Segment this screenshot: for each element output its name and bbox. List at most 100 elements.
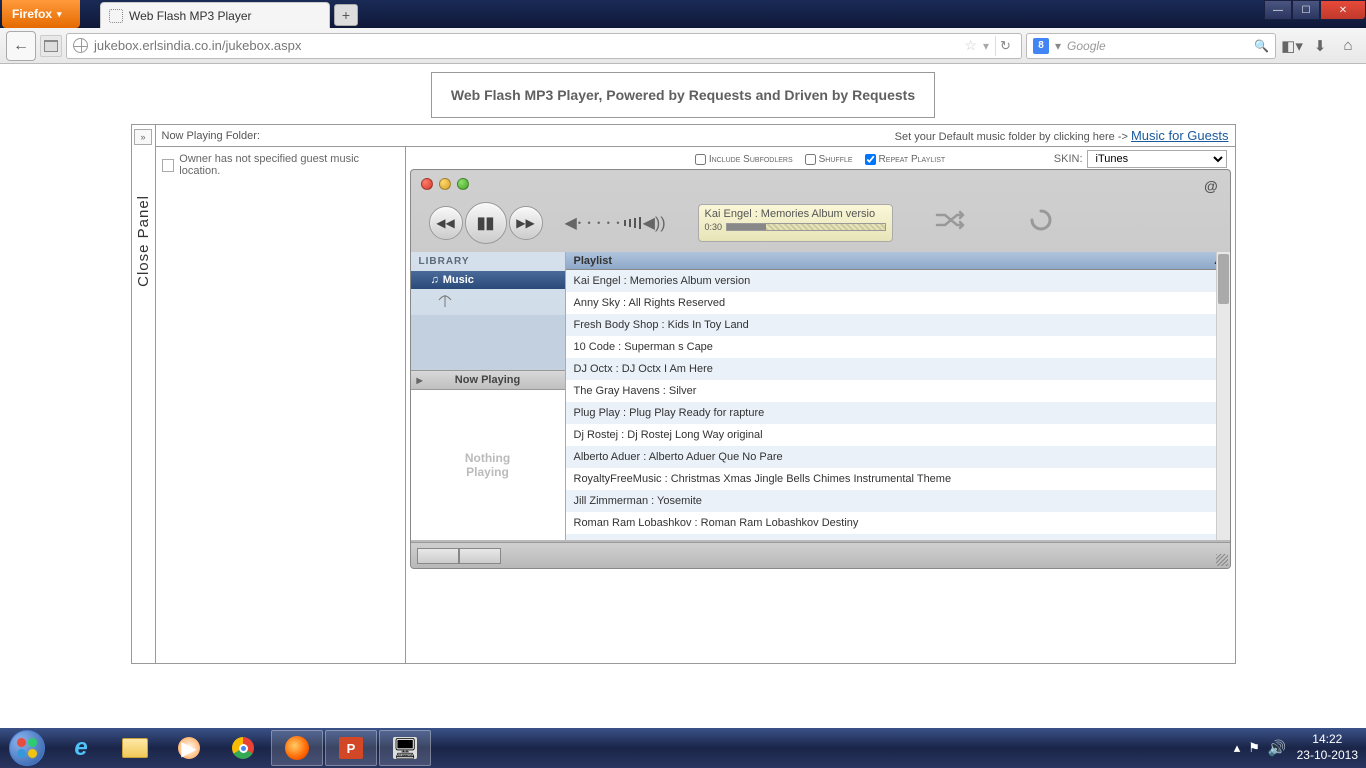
playlist-row[interactable]: RoyaltyFreeMusic : Christmas Xmas Jingle… — [566, 468, 1230, 490]
search-bar[interactable]: 8 ▾ Google 🔍 — [1026, 33, 1276, 59]
playlist-row[interactable]: Dj Rostej : Dj Rostej Long Way original — [566, 424, 1230, 446]
music-label: Music — [443, 274, 474, 286]
playlist-row[interactable]: Jill Zimmerman : Yosemite — [566, 490, 1230, 512]
skin-select[interactable]: iTunes — [1087, 150, 1227, 168]
music-for-guests-link[interactable]: Music for Guests — [1131, 128, 1229, 143]
now-playing-header[interactable]: Now Playing — [411, 370, 565, 390]
repeat-checkbox[interactable] — [865, 154, 876, 165]
now-playing-folder-label: Now Playing Folder: — [162, 130, 260, 142]
playlist-row[interactable]: LA RICURA : El Maridon — [566, 534, 1230, 540]
repeat-icon[interactable] — [1029, 208, 1053, 238]
window-minimize-button[interactable]: — — [1264, 0, 1292, 20]
antenna-icon — [437, 293, 453, 309]
tab-title: Web Flash MP3 Player — [129, 9, 252, 23]
library-header: LIBRARY — [411, 252, 565, 271]
library-item-radio[interactable] — [411, 289, 565, 315]
taskbar-chrome[interactable] — [217, 730, 269, 766]
window-maximize-button[interactable]: ☐ — [1292, 0, 1320, 20]
volume-mute-icon: ◀ — [565, 213, 577, 233]
downloads-button[interactable]: ⬇ — [1308, 34, 1332, 58]
footer-button-1[interactable] — [417, 548, 459, 564]
taskbar-explorer[interactable] — [109, 730, 161, 766]
shuffle-option[interactable]: Shuffle — [805, 154, 853, 165]
skin-label: SKIN: — [1054, 153, 1083, 165]
playlist-row[interactable]: The Gray Havens : Silver — [566, 380, 1230, 402]
start-orb-icon — [9, 730, 45, 766]
clock-time: 14:22 — [1297, 732, 1358, 748]
next-button[interactable]: ▶▶ — [509, 206, 543, 240]
search-engine-dropdown-icon[interactable]: ▾ — [1055, 39, 1061, 53]
taskbar-ie[interactable]: e — [55, 730, 107, 766]
taskbar-clock[interactable]: 14:22 23-10-2013 — [1297, 732, 1358, 763]
playlist-header[interactable]: Playlist ▲ — [566, 252, 1230, 270]
url-dropdown-icon[interactable]: ▾ — [983, 39, 989, 53]
browser-tab[interactable]: Web Flash MP3 Player — [100, 2, 330, 28]
include-subfolders-option[interactable]: Include Subfodlers — [695, 154, 793, 165]
scrollbar-thumb[interactable] — [1218, 254, 1229, 304]
windows-taskbar: e ▶ P 🖥 ▴ ⚑ 🔊 14:22 23-10-2013 — [0, 728, 1366, 768]
tab-favicon — [109, 9, 123, 23]
playlist-row[interactable]: Anny Sky : All Rights Reserved — [566, 292, 1230, 314]
google-icon: 8 — [1033, 38, 1049, 54]
taskbar-wmp[interactable]: ▶ — [163, 730, 215, 766]
elapsed-time: 0:30 — [705, 222, 723, 232]
footer-button-2[interactable] — [459, 548, 501, 564]
close-panel-toggle[interactable]: » — [134, 129, 152, 145]
tray-show-hidden-icon[interactable]: ▴ — [1234, 740, 1241, 756]
traffic-minimize-icon[interactable] — [439, 178, 451, 190]
search-placeholder: Google — [1067, 39, 1106, 53]
nav-back-button[interactable]: ← — [6, 31, 36, 61]
prev-button[interactable]: ◀◀ — [429, 206, 463, 240]
volume-control[interactable]: ◀ • • • • • ◀)) — [565, 213, 666, 233]
music-note-icon: ♫ — [431, 274, 439, 286]
volume-max-icon: ◀)) — [643, 213, 666, 233]
search-go-icon[interactable]: 🔍 — [1254, 39, 1269, 53]
now-playing-panel: Nothing Playing — [411, 390, 565, 540]
firefox-menu-button[interactable]: Firefox — [2, 0, 80, 28]
playlist-row[interactable]: Alberto Aduer : Alberto Aduer Que No Par… — [566, 446, 1230, 468]
playlist-row[interactable]: Fresh Body Shop : Kids In Toy Land — [566, 314, 1230, 336]
firefox-label: Firefox — [12, 7, 52, 21]
globe-icon — [73, 38, 88, 53]
page-icon — [162, 159, 175, 172]
now-playing-title: Kai Engel : Memories Album versio — [705, 208, 886, 220]
taskbar-putty[interactable]: 🖥 — [379, 730, 431, 766]
taskbar-firefox[interactable] — [271, 730, 323, 766]
playlist-row[interactable]: 10 Code : Superman s Cape — [566, 336, 1230, 358]
playlist-list: Kai Engel : Memories Album versionAnny S… — [566, 270, 1230, 540]
shuffle-icon[interactable] — [935, 210, 967, 236]
window-close-button[interactable]: ✕ — [1320, 0, 1366, 20]
default-folder-hint: Set your Default music folder by clickin… — [895, 131, 1128, 143]
playlist-row[interactable]: DJ Octx : DJ Octx I Am Here — [566, 358, 1230, 380]
traffic-zoom-icon[interactable] — [457, 178, 469, 190]
playlist-row[interactable]: Plug Play : Plug Play Ready for rapture — [566, 402, 1230, 424]
playlist-row[interactable]: Kai Engel : Memories Album version — [566, 270, 1230, 292]
playlist-scrollbar[interactable] — [1216, 252, 1230, 540]
resize-handle-icon[interactable] — [1216, 554, 1228, 566]
start-button[interactable] — [0, 728, 54, 768]
clock-date: 23-10-2013 — [1297, 748, 1358, 764]
page-title-banner: Web Flash MP3 Player, Powered by Request… — [431, 72, 935, 118]
bookmarks-menu-button[interactable]: ◧▾ — [1280, 34, 1304, 58]
play-pause-button[interactable]: ▮▮ — [465, 202, 507, 244]
library-item-music[interactable]: ♫ Music — [411, 271, 565, 289]
url-text: jukebox.erlsindia.co.in/jukebox.aspx — [94, 38, 301, 53]
traffic-close-icon[interactable] — [421, 178, 433, 190]
reload-button[interactable]: ↻ — [995, 36, 1015, 56]
progress-slider[interactable] — [726, 223, 885, 231]
address-bar[interactable]: jukebox.erlsindia.co.in/jukebox.aspx ☆ ▾… — [66, 33, 1022, 59]
repeat-option[interactable]: Repeat Playlist — [865, 154, 946, 165]
bookmark-star-icon[interactable]: ☆ — [964, 37, 977, 54]
close-panel-label: Close Panel — [135, 195, 152, 287]
tray-action-center-icon[interactable]: ⚑ — [1248, 740, 1260, 756]
lcd-display: Kai Engel : Memories Album versio 0:30 — [698, 204, 893, 242]
shuffle-checkbox[interactable] — [805, 154, 816, 165]
home-button[interactable]: ⌂ — [1336, 34, 1360, 58]
tray-volume-icon[interactable]: 🔊 — [1268, 739, 1287, 757]
include-subfolders-checkbox[interactable] — [695, 154, 706, 165]
taskbar-powerpoint[interactable]: P — [325, 730, 377, 766]
site-identity-button[interactable] — [40, 35, 62, 57]
new-tab-button[interactable]: + — [334, 4, 358, 26]
itunes-player: @ ◀◀ ▮▮ ▶▶ ◀ • • • • • ◀)) — [410, 169, 1231, 569]
playlist-row[interactable]: Roman Ram Lobashkov : Roman Ram Lobashko… — [566, 512, 1230, 534]
